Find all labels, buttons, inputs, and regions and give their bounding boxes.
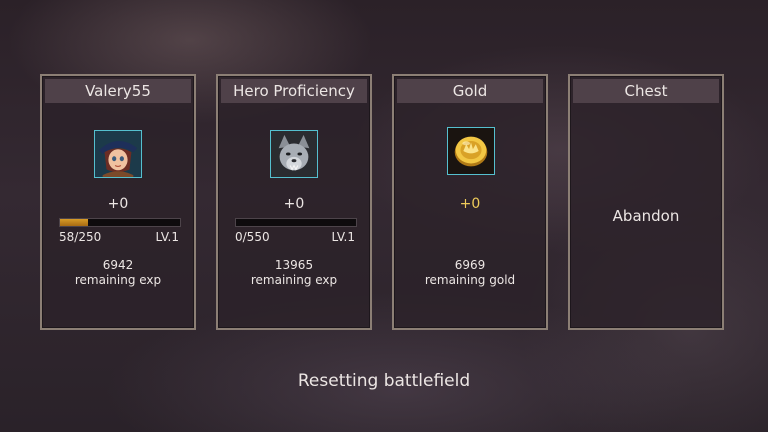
chest-status-text: Abandon: [612, 207, 680, 225]
battlefield-status-text: Resetting battlefield: [297, 371, 471, 391]
remaining-proficiency-label: remaining exp: [250, 273, 338, 287]
chest-header: Chest: [573, 79, 719, 103]
remaining-gold-value: 6969: [454, 258, 486, 272]
player-exp-panel: Valery55 +0 58/250 LV.1 6942 remaining e…: [40, 74, 196, 330]
remaining-gold-label: remaining gold: [424, 273, 516, 287]
level-text: LV.1: [155, 230, 179, 244]
remaining-proficiency-block: 13965 remaining exp: [218, 258, 370, 288]
chest-panel: Chest Abandon: [568, 74, 724, 330]
gold-gain-text: +0: [459, 196, 481, 212]
gold-coin-icon: [447, 127, 495, 175]
exp-progress-fill: [60, 219, 88, 226]
remaining-gold-block: 6969 remaining gold: [394, 258, 546, 288]
hero-portrait-icon: [94, 130, 142, 178]
exp-progress-bar: [59, 218, 181, 227]
hero-proficiency-panel: Hero Proficiency +0 0/550 LV.1 13965 rem…: [216, 74, 372, 330]
proficiency-gain-text: +0: [283, 196, 305, 212]
exp-gain-text: +0: [107, 196, 129, 212]
gold-header: Gold: [397, 79, 543, 103]
remaining-exp-label: remaining exp: [74, 273, 162, 287]
werewolf-hero-icon: [270, 130, 318, 178]
remaining-exp-value: 6942: [102, 258, 134, 272]
remaining-proficiency-value: 13965: [274, 258, 314, 272]
proficiency-progress-text: 0/550: [235, 230, 270, 244]
remaining-exp-block: 6942 remaining exp: [42, 258, 194, 288]
hero-proficiency-header: Hero Proficiency: [221, 79, 367, 103]
proficiency-level-text: LV.1: [331, 230, 355, 244]
exp-progress-text: 58/250: [59, 230, 102, 244]
proficiency-progress-bar: [235, 218, 357, 227]
player-name-header: Valery55: [45, 79, 191, 103]
gold-panel: Gold +0 6969 remaining gold: [392, 74, 548, 330]
